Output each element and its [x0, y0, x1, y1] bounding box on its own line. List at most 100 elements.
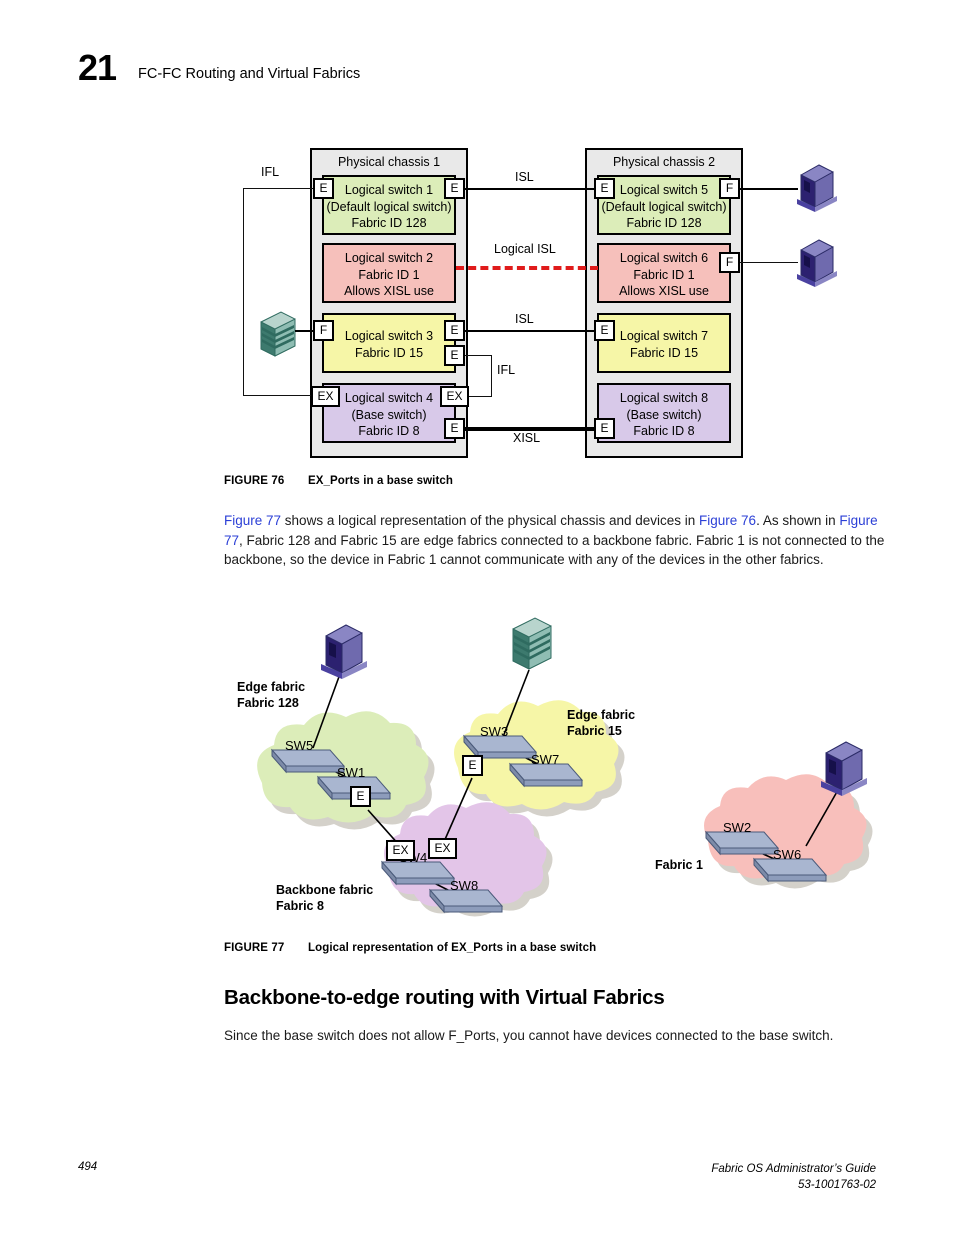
port-c1-ls3-right-2[interactable]: E	[444, 345, 465, 366]
port-c2-ls5-left[interactable]: E	[594, 178, 615, 199]
ifl-left-label: IFL	[261, 165, 280, 179]
sw1-label: SW1	[337, 765, 366, 780]
logical-switch-3-name: Logical switch 3	[344, 329, 434, 343]
server-icon-top	[795, 161, 839, 213]
footer-guide-title: Fabric OS Administrator’s Guide	[711, 1163, 876, 1175]
port-f128-e[interactable]: E	[350, 786, 371, 807]
logical-switch-8-box: Logical switch 8 (Base switch) Fabric ID…	[597, 383, 731, 443]
logical-switch-3-box: Logical switch 3 Fabric ID 15	[322, 313, 456, 373]
section-heading: Backbone-to-edge routing with Virtual Fa…	[224, 986, 665, 1009]
switch-sw8	[428, 888, 504, 914]
intro-text-2: . As shown in	[756, 513, 840, 528]
port-c2-ls8-left[interactable]: E	[594, 418, 615, 439]
section-paragraph: Since the base switch does not allow F_P…	[224, 1028, 834, 1043]
sw2-label: SW2	[723, 820, 752, 835]
port-c2-ls7-left[interactable]: E	[594, 320, 615, 341]
intro-text-1: shows a logical representation of the ph…	[281, 513, 700, 528]
ifl-mid-bottom-line	[469, 396, 492, 397]
logical-switch-1-box: Logical switch 1 (Default logical switch…	[322, 175, 456, 235]
ifl-mid-top-line	[465, 355, 492, 356]
xisl-line	[465, 427, 594, 431]
storage-array-icon	[255, 310, 299, 358]
fabric-15-label: Edge fabric Fabric 15	[567, 707, 635, 739]
logical-switch-7-line2: Fabric ID 15	[629, 345, 699, 360]
port-c2-ls5-right[interactable]: F	[719, 178, 740, 199]
footer-page-number: 494	[78, 1161, 98, 1173]
port-c1-ls3-left[interactable]: F	[313, 320, 334, 341]
ifl-mid-vertical-line	[491, 355, 492, 397]
figure-76-link[interactable]: Figure 76	[699, 513, 756, 528]
figure-76-diagram: IFL Physical chassis 1 Logical switch 1 …	[0, 0, 954, 480]
port-c1-ls4-left[interactable]: EX	[311, 386, 340, 407]
logical-switch-6-line3: Allows XISL use	[619, 284, 709, 298]
logical-switch-4-line2: (Base switch)	[351, 407, 427, 422]
physical-chassis-1-label: Physical chassis 1	[337, 155, 441, 169]
figure-76-caption: FIGURE 76 EX_Ports in a base switch	[224, 475, 453, 487]
logical-switch-2-name: Logical switch 2	[344, 251, 434, 265]
port-c1-ls4-right[interactable]: EX	[440, 386, 469, 407]
switch-sw2	[704, 830, 780, 856]
switch-sw7	[508, 762, 584, 788]
port-c1-ls1-right[interactable]: E	[444, 178, 465, 199]
isl-mid-label: ISL	[515, 312, 534, 326]
logical-switch-4-box: Logical switch 4 (Base switch) Fabric ID…	[322, 383, 456, 443]
logical-switch-8-line3: Fabric ID 8	[633, 424, 695, 438]
logical-switch-2-line3: Allows XISL use	[344, 284, 434, 298]
figure-76-caption-text: EX_Ports in a base switch	[308, 475, 454, 487]
fabric-15-label-line1: Edge fabric	[567, 708, 636, 722]
footer-doc-number: 53-1001763-02	[797, 1179, 876, 1191]
port-c1-ls1-left[interactable]: E	[313, 178, 334, 199]
logical-switch-6-line2: Fabric ID 1	[633, 267, 695, 282]
isl-mid-line	[465, 330, 594, 332]
fabric-128-label: Edge fabric Fabric 128	[237, 679, 305, 711]
logical-switch-3-line2: Fabric ID 15	[354, 345, 424, 360]
fabric-8-label-line2: Fabric 8	[276, 899, 324, 913]
logical-isl-dashed-line	[456, 266, 598, 270]
port-backbone-ex-left[interactable]: EX	[386, 840, 415, 861]
ifl-mid-label: IFL	[497, 363, 516, 377]
isl-top-line	[465, 188, 594, 190]
sw5-label: SW5	[285, 738, 314, 753]
fabric-1-label: Fabric 1	[655, 857, 703, 873]
fabric-8-label-line1: Backbone fabric	[276, 883, 374, 897]
fabric-8-label: Backbone fabric Fabric 8	[276, 882, 373, 914]
figure-77-link-1[interactable]: Figure 77	[224, 513, 281, 528]
logical-switch-1-name: Logical switch 1	[344, 183, 434, 197]
logical-switch-5-line3: Fabric ID 128	[626, 216, 702, 230]
storage-array-icon-fabric15	[505, 615, 557, 673]
fabric-128-label-line2: Fabric 128	[237, 696, 299, 710]
footer-doc-info: Fabric OS Administrator’s Guide 53-10017…	[711, 1161, 876, 1193]
switch-sw4	[380, 860, 456, 886]
port-c2-ls6-right[interactable]: F	[719, 252, 740, 273]
logical-switch-8-name: Logical switch 8	[619, 391, 709, 405]
figure-77-caption-id: FIGURE 77	[224, 942, 285, 954]
ifl-left-top-line	[243, 188, 320, 189]
figure-76-caption-id: FIGURE 76	[224, 475, 285, 487]
intro-text-3: , Fabric 128 and Fabric 15 are edge fabr…	[224, 532, 885, 568]
port-c1-ls4-right-2[interactable]: E	[444, 418, 465, 439]
logical-switch-4-name: Logical switch 4	[344, 391, 434, 405]
isl-top-label: ISL	[515, 170, 534, 184]
fabric-128-label-line1: Edge fabric	[237, 680, 306, 694]
logical-switch-7-box: Logical switch 7 Fabric ID 15	[597, 313, 731, 373]
fabric-1-label-line1: Fabric 1	[655, 858, 703, 872]
switch-sw6	[752, 857, 828, 883]
server-icon-fabric1	[818, 737, 870, 797]
port-f15-e[interactable]: E	[462, 755, 483, 776]
ifl-left-bottom-line	[243, 395, 320, 396]
logical-switch-5-name: Logical switch 5	[619, 183, 709, 197]
server-icon-bottom	[795, 236, 839, 288]
sw6-label: SW6	[773, 847, 802, 862]
logical-switch-6-box: Logical switch 6 Fabric ID 1 Allows XISL…	[597, 243, 731, 303]
logical-switch-8-line2: (Base switch)	[626, 407, 702, 422]
logical-switch-4-line3: Fabric ID 8	[358, 424, 420, 438]
port-backbone-ex-right[interactable]: EX	[428, 838, 457, 859]
ls6-device-line	[740, 262, 798, 263]
sw3-label: SW3	[480, 724, 509, 739]
logical-switch-5-box: Logical switch 5 (Default logical switch…	[597, 175, 731, 235]
server-icon-fabric128	[318, 620, 370, 680]
figure-77-diagram: SW5 SW1 SW3 SW7 SW4 SW8 SW2 SW6 E E EX E…	[0, 600, 954, 940]
port-c1-ls3-right[interactable]: E	[444, 320, 465, 341]
logical-switch-2-line2: Fabric ID 1	[358, 267, 420, 282]
ifl-left-vertical-line	[243, 188, 244, 396]
